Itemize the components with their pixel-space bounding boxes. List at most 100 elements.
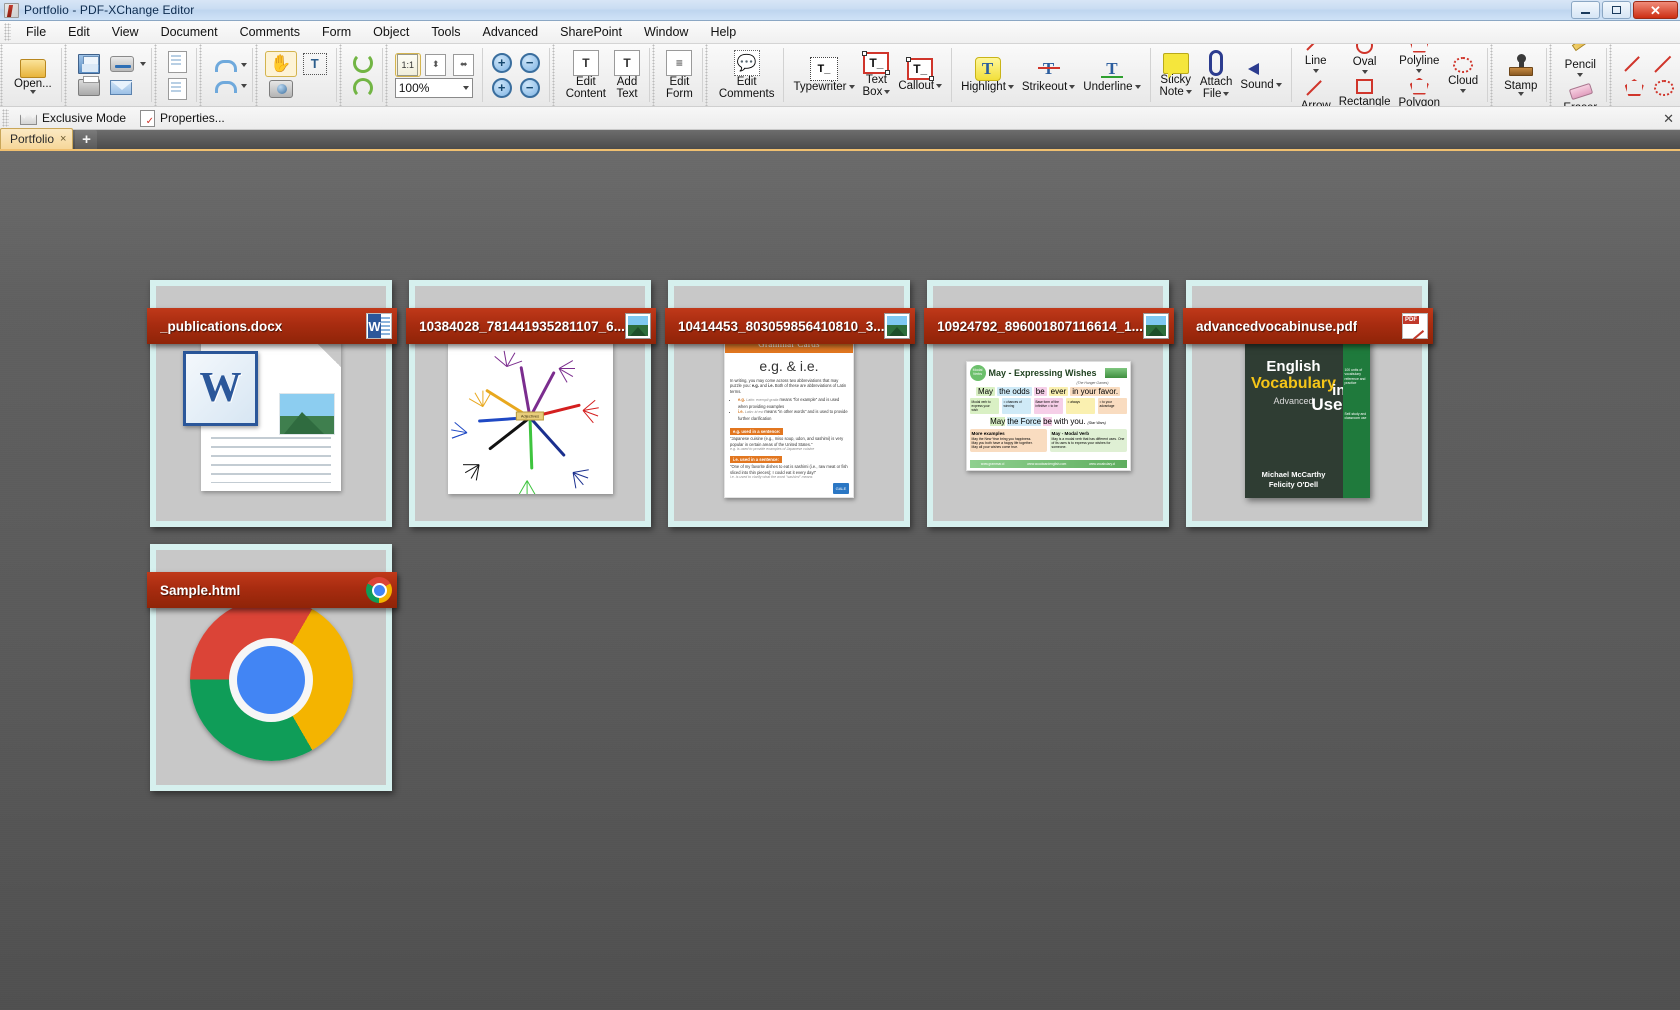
toolbar-close-icon[interactable]: ✕ xyxy=(1663,111,1674,127)
maximize-button[interactable] xyxy=(1602,1,1631,19)
email-button[interactable] xyxy=(106,78,136,97)
attach-file-caret[interactable] xyxy=(1223,92,1230,96)
card-title-bar[interactable]: advancedvocabinuse.pdf xyxy=(1183,308,1433,344)
menu-document[interactable]: Document xyxy=(150,22,229,42)
oval-caret[interactable] xyxy=(1361,69,1368,74)
pencil-caret[interactable] xyxy=(1577,72,1584,77)
zoom-in-button[interactable]: + xyxy=(488,51,516,75)
card-title-bar[interactable]: 10414453_803059856410810_3... xyxy=(665,308,915,344)
menu-edit[interactable]: Edit xyxy=(57,22,101,42)
sound-caret[interactable] xyxy=(1275,83,1282,87)
callout-caret[interactable] xyxy=(936,84,943,88)
menu-grip-handle[interactable] xyxy=(4,23,11,41)
typewriter-caret[interactable] xyxy=(848,85,855,89)
underline-caret[interactable] xyxy=(1134,85,1141,89)
portfolio-toolbar-grip[interactable] xyxy=(2,109,9,127)
tab-portfolio[interactable]: Portfolio × xyxy=(0,128,74,149)
tab-close-icon[interactable]: × xyxy=(60,133,66,145)
redo-button[interactable] xyxy=(209,76,239,96)
save-button[interactable] xyxy=(74,52,104,76)
actual-size-button[interactable]: 1:1 xyxy=(394,52,421,77)
edit-comments-button[interactable]: 💬 Edit Comments xyxy=(715,48,779,102)
highlight-button[interactable]: T Highlight xyxy=(957,55,1018,95)
menu-advanced[interactable]: Advanced xyxy=(472,22,550,42)
measure-distance-button[interactable] xyxy=(1619,52,1649,76)
toolbar-grip-pencil[interactable] xyxy=(1549,44,1556,106)
measure-perimeter-button[interactable] xyxy=(1649,53,1679,77)
rectangle-button[interactable]: Rectangle xyxy=(1335,77,1395,106)
previous-page-button[interactable] xyxy=(164,49,191,75)
rotate-clockwise-button[interactable] xyxy=(349,51,377,75)
rotate-counterclockwise-button[interactable] xyxy=(349,76,377,100)
menu-sharepoint[interactable]: SharePoint xyxy=(549,22,633,42)
save-dropdown-caret[interactable] xyxy=(139,62,146,66)
toolbar-grip-open[interactable] xyxy=(0,44,6,106)
menu-view[interactable]: View xyxy=(101,22,150,42)
portfolio-card-may-modal-image[interactable]: Modal Verbs May - Expressing Wishes (The… xyxy=(924,280,1174,527)
undo-button[interactable] xyxy=(209,55,239,75)
sound-button[interactable]: Sound xyxy=(1236,57,1285,93)
fit-width-button[interactable]: ⬌ xyxy=(451,53,477,77)
close-button[interactable]: ✕ xyxy=(1633,1,1678,19)
oval-button[interactable]: Oval xyxy=(1335,44,1395,76)
card-title-bar[interactable]: _publications.docx xyxy=(147,308,397,344)
toolbar-grip-undo[interactable] xyxy=(198,44,205,106)
typewriter-button[interactable]: T_ Typewriter xyxy=(789,55,858,95)
portfolio-card-advancedvocabinuse-pdf[interactable]: English Vocabulary Advanced in Use CAMBR… xyxy=(1183,280,1433,527)
menu-help[interactable]: Help xyxy=(699,22,747,42)
line-button[interactable]: Line xyxy=(1297,44,1335,75)
portfolio-card-publications-docx[interactable]: W _publications.docx xyxy=(147,280,397,527)
pencil-button[interactable]: Pencil xyxy=(1559,44,1601,79)
portfolio-card-grammar-cards-image[interactable]: Grammar Cards e.g. & i.e. In writing, yo… xyxy=(665,280,915,527)
hand-tool-button[interactable]: ✋ xyxy=(264,50,297,77)
menu-window[interactable]: Window xyxy=(633,22,699,42)
polyline-caret[interactable] xyxy=(1416,68,1423,73)
zoom-dropdown-caret[interactable] xyxy=(462,85,469,90)
toolbar-grip-file[interactable] xyxy=(63,44,70,106)
strikeout-button[interactable]: T Strikeout xyxy=(1018,55,1079,95)
zoom-out-button-2[interactable]: − xyxy=(516,51,544,75)
toolbar-grip-pagenav[interactable] xyxy=(153,44,160,106)
print-button[interactable] xyxy=(74,76,104,98)
callout-button[interactable]: T_ Callout xyxy=(894,56,946,94)
portfolio-card-mindmap-image[interactable]: Adjectives 10384028_781441935281107_6... xyxy=(406,280,656,527)
toolbar-grip-content[interactable] xyxy=(551,44,558,106)
edit-content-button[interactable]: T Edit Content xyxy=(562,48,610,102)
new-tab-button[interactable]: + xyxy=(75,130,98,149)
eraser-button[interactable]: Eraser xyxy=(1559,80,1601,107)
attach-file-button[interactable]: Attach File xyxy=(1196,48,1237,102)
strikeout-caret[interactable] xyxy=(1069,85,1076,89)
portfolio-card-sample-html[interactable]: Sample.html xyxy=(147,544,397,791)
arrow-button[interactable]: Arrow xyxy=(1297,76,1335,107)
edit-form-button[interactable]: ≡ Edit Form xyxy=(662,48,697,102)
redo-dropdown-caret[interactable] xyxy=(240,83,247,88)
exclusive-mode-button[interactable]: Exclusive Mode xyxy=(13,110,133,126)
select-text-tool-button[interactable]: T xyxy=(299,51,331,77)
highlight-caret[interactable] xyxy=(1007,85,1014,89)
text-box-caret[interactable] xyxy=(884,90,891,94)
card-title-bar[interactable]: Sample.html xyxy=(147,572,397,608)
menu-object[interactable]: Object xyxy=(362,22,420,42)
toolbar-grip-stamp[interactable] xyxy=(1490,44,1497,106)
underline-button[interactable]: T Underline xyxy=(1079,55,1144,95)
menu-file[interactable]: File xyxy=(15,22,57,42)
properties-button[interactable]: Properties... xyxy=(133,109,232,128)
toolbar-grip-form[interactable] xyxy=(652,44,658,106)
measure-extra-button[interactable] xyxy=(1649,78,1679,98)
measure-area-button[interactable] xyxy=(1619,77,1649,98)
sticky-note-button[interactable]: Sticky Note xyxy=(1156,51,1196,100)
zoom-level-combobox[interactable]: 100% xyxy=(394,77,473,98)
menu-comments[interactable]: Comments xyxy=(229,22,311,42)
menu-tools[interactable]: Tools xyxy=(420,22,471,42)
card-title-bar[interactable]: 10924792_896001807116614_1... xyxy=(924,308,1174,344)
text-box-button[interactable]: T_ Text Box xyxy=(859,50,895,100)
snapshot-tool-button[interactable] xyxy=(265,78,297,100)
toolbar-grip-zoom[interactable] xyxy=(384,44,391,106)
polyline-button[interactable]: Polyline xyxy=(1395,44,1445,75)
next-page-button[interactable] xyxy=(164,76,191,102)
save-as-button[interactable] xyxy=(106,54,138,74)
zoom-in-button-2[interactable]: − xyxy=(516,76,544,100)
minimize-button[interactable] xyxy=(1571,1,1600,19)
card-title-bar[interactable]: 10384028_781441935281107_6... xyxy=(406,308,656,344)
toolbar-grip-trailing[interactable] xyxy=(1609,44,1616,106)
